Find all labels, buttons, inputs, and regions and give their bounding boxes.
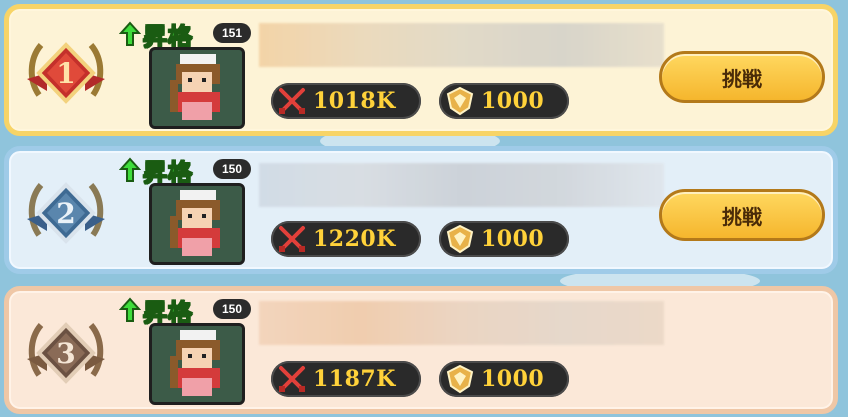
up-arrow-icon — [119, 21, 141, 46]
combat-power-stat: 1187K — [271, 361, 421, 397]
shield-medal-icon — [446, 86, 474, 116]
medal-stat: 1000 — [439, 83, 569, 119]
up-arrow-icon — [119, 297, 141, 322]
shield-medal-icon — [446, 224, 474, 254]
medal-stat: 1000 — [439, 221, 569, 257]
character-sprite-icon — [152, 326, 242, 402]
promotion-indicator: 昇格 — [119, 19, 193, 51]
player-level: 150 — [213, 159, 251, 179]
player-level: 150 — [213, 299, 251, 319]
combat-power-stat: 1018K — [271, 83, 421, 119]
rank-badge-gold-icon: 1 — [27, 42, 105, 104]
character-sprite-icon — [152, 50, 242, 126]
ranking-row-1: 1 昇格 151 1018K 1000 挑戦 — [4, 4, 838, 136]
rank-number: 1 — [56, 57, 75, 90]
player-avatar[interactable] — [149, 323, 245, 405]
medal-value: 1000 — [481, 88, 545, 114]
player-avatar[interactable] — [149, 183, 245, 265]
player-name-redacted — [259, 163, 664, 207]
shield-medal-icon — [446, 364, 474, 394]
combat-power-stat: 1220K — [271, 221, 421, 257]
rank-badge-silver-icon: 2 — [27, 182, 105, 244]
rank-number: 3 — [56, 337, 75, 370]
crossed-swords-icon — [279, 88, 305, 114]
challenge-button[interactable]: 挑戦 — [659, 189, 825, 241]
up-arrow-icon — [119, 157, 141, 182]
medal-value: 1000 — [481, 366, 545, 392]
crossed-swords-icon — [279, 226, 305, 252]
combat-power-value: 1187K — [313, 366, 396, 392]
player-level: 151 — [213, 23, 251, 43]
player-name-redacted — [259, 301, 664, 345]
ranking-row-3: 3 昇格 150 1187K 1000 — [4, 286, 838, 414]
medal-value: 1000 — [481, 226, 545, 252]
medal-stat: 1000 — [439, 361, 569, 397]
character-sprite-icon — [152, 186, 242, 262]
combat-power-value: 1018K — [313, 88, 396, 114]
rank-badge-bronze-icon: 3 — [27, 322, 105, 384]
combat-power-value: 1220K — [313, 226, 396, 252]
player-name-redacted — [259, 23, 664, 67]
promotion-indicator: 昇格 — [119, 295, 193, 327]
rank-number: 2 — [56, 197, 75, 230]
player-avatar[interactable] — [149, 47, 245, 129]
ranking-row-2: 2 昇格 150 1220K 1000 挑戦 — [4, 146, 838, 274]
promotion-indicator: 昇格 — [119, 155, 193, 187]
crossed-swords-icon — [279, 366, 305, 392]
challenge-button[interactable]: 挑戦 — [659, 51, 825, 103]
